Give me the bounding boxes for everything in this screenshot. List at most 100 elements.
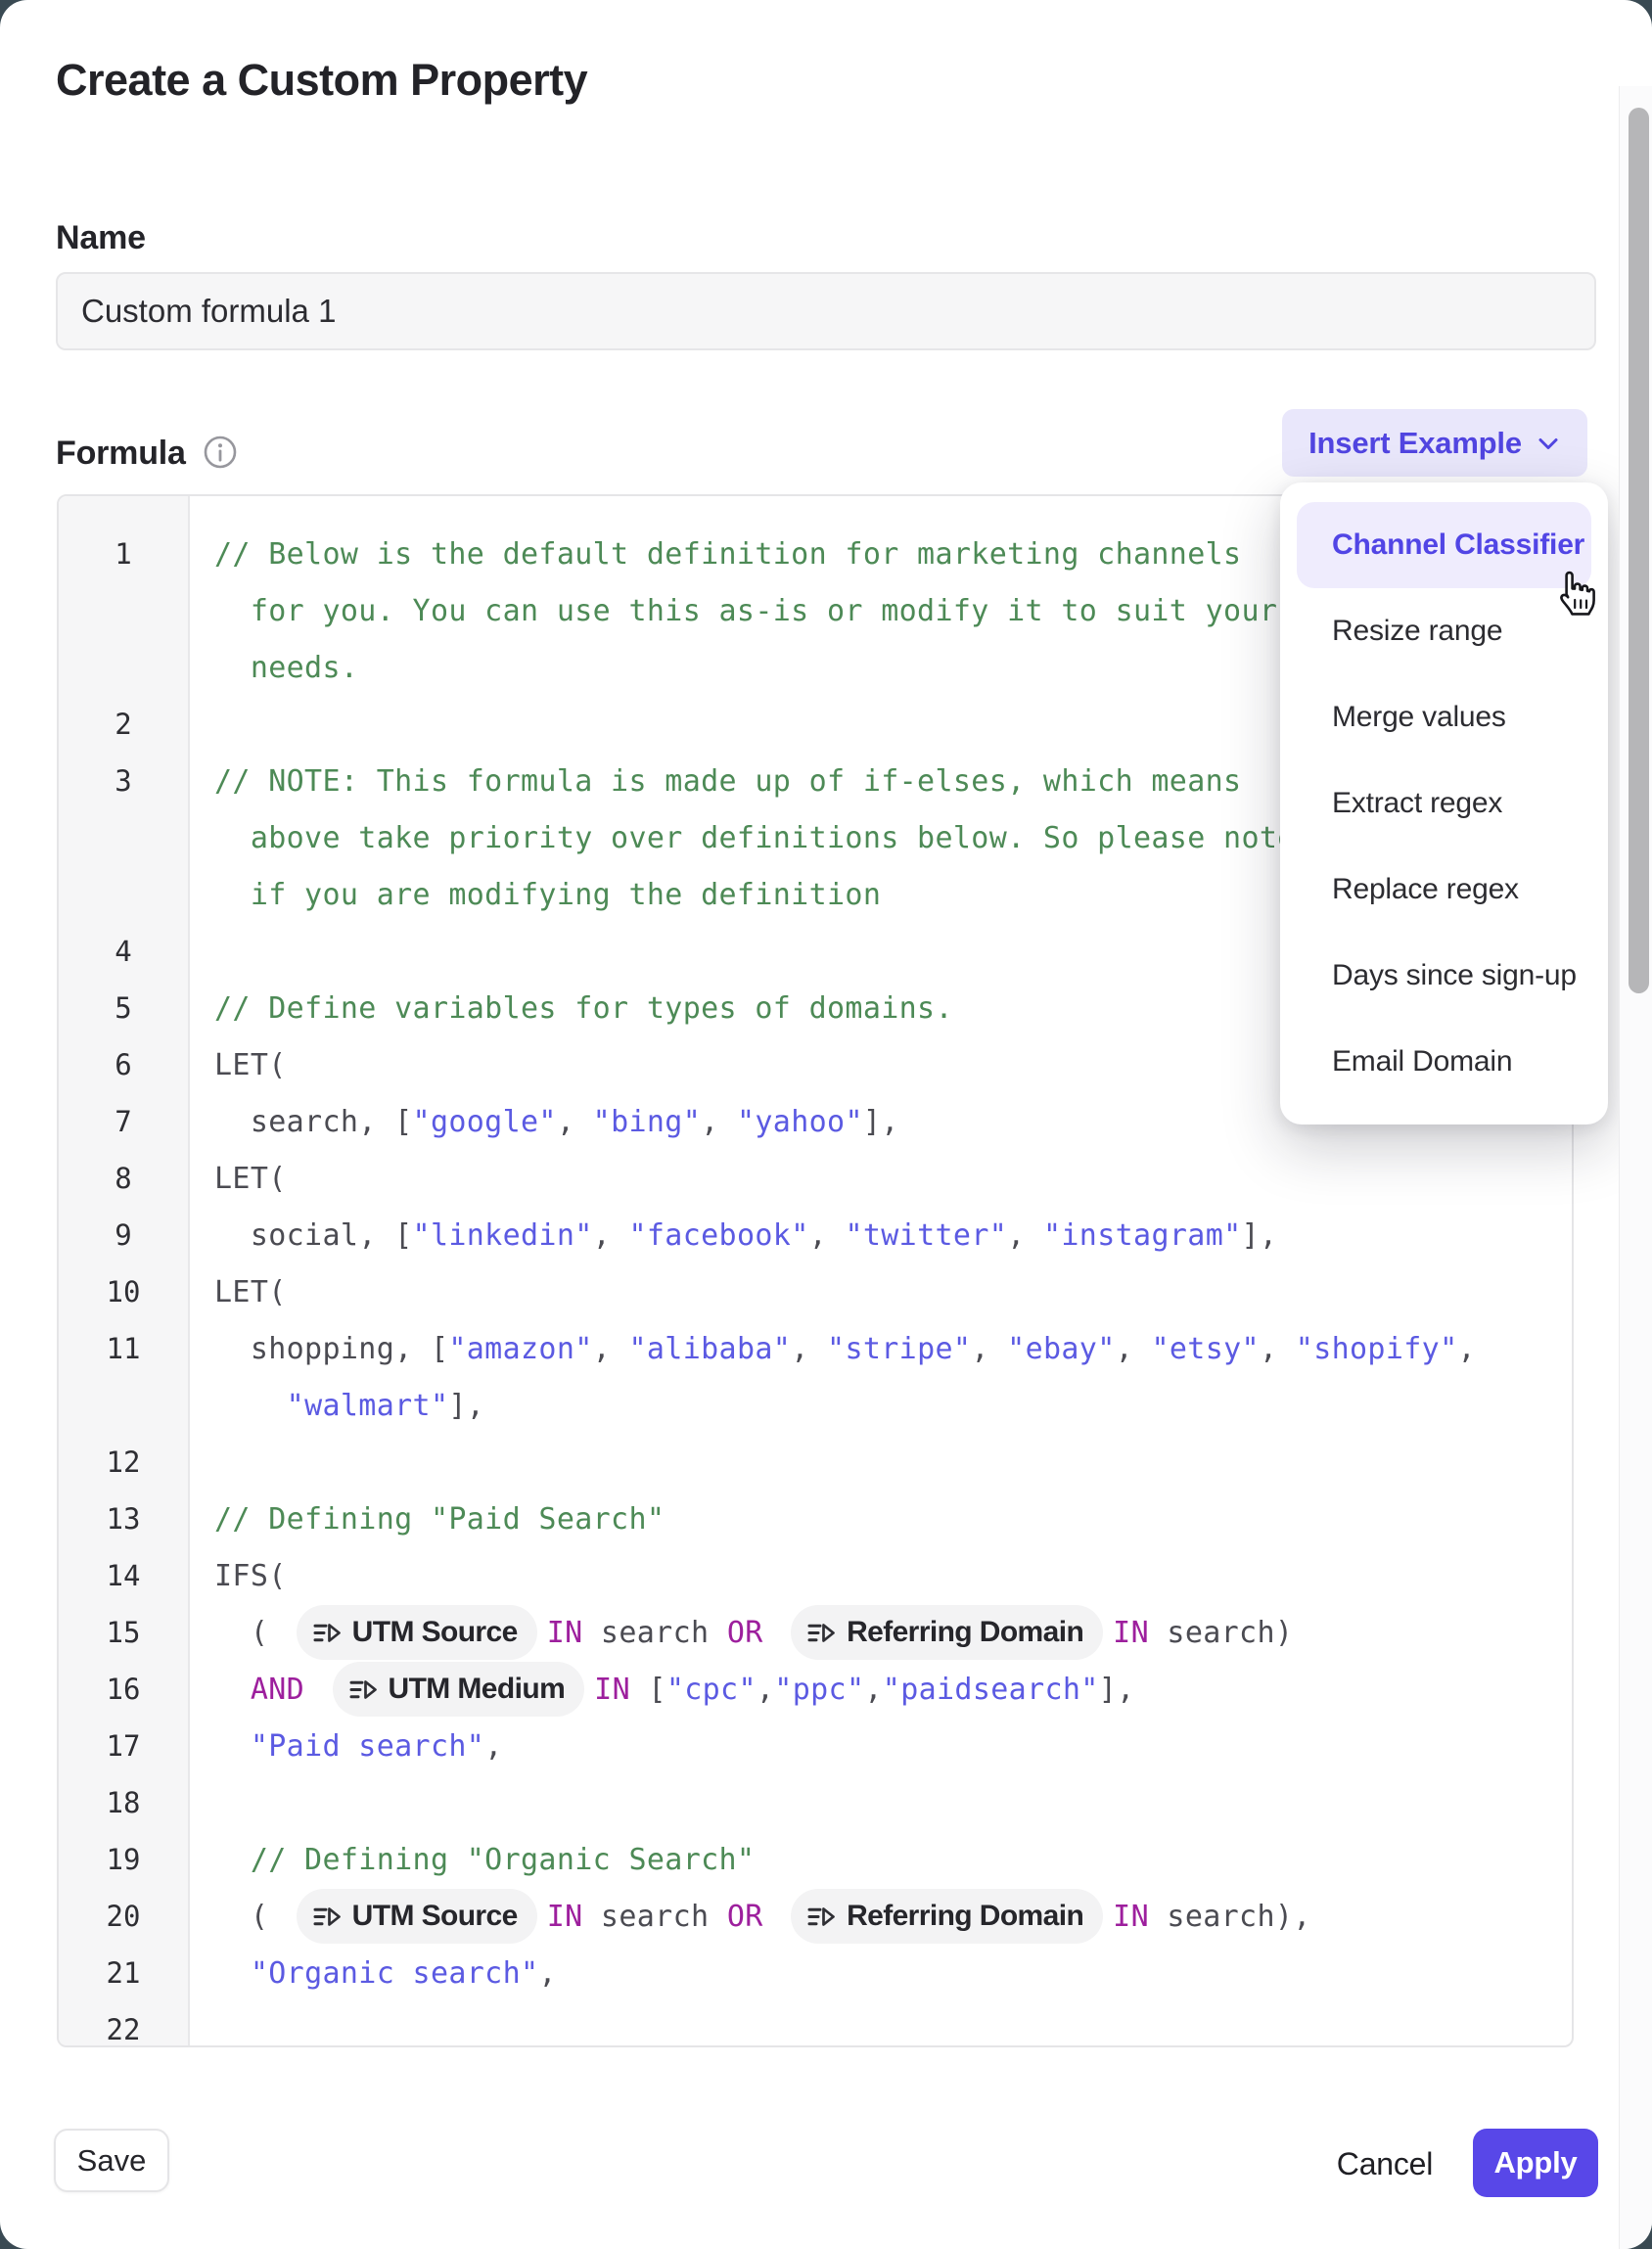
code-token-comment: if you are modifying the definition bbox=[214, 878, 881, 912]
code-token-keyword: OR bbox=[727, 1616, 763, 1650]
menu-item-replace-regex[interactable]: Replace regex bbox=[1297, 847, 1591, 933]
code-token-plain: search bbox=[583, 1616, 727, 1650]
property-token-icon bbox=[311, 1902, 342, 1932]
code-line-content: LET( bbox=[188, 1162, 287, 1196]
code-line-content: // Below is the default definition for m… bbox=[188, 537, 1241, 572]
line-number: 18 bbox=[59, 1786, 188, 1819]
code-token-plain: social, [ bbox=[214, 1218, 413, 1253]
line-number: 6 bbox=[59, 1048, 188, 1081]
code-line: 21 "Organic search", bbox=[59, 1945, 1572, 2001]
property-chip[interactable]: UTM Medium bbox=[333, 1662, 585, 1717]
code-token-plain: IFS( bbox=[214, 1559, 287, 1593]
property-chip[interactable]: Referring Domain bbox=[791, 1889, 1103, 1944]
chevron-down-icon bbox=[1536, 431, 1561, 456]
code-token-string: "instagram" bbox=[1043, 1218, 1242, 1253]
modal-title: Create a Custom Property bbox=[56, 55, 587, 106]
code-token-string: "bing" bbox=[593, 1105, 701, 1139]
code-token-plain: , bbox=[701, 1105, 737, 1139]
name-input[interactable] bbox=[56, 272, 1596, 350]
scrollbar-thumb[interactable] bbox=[1629, 108, 1649, 993]
code-line: 13// Defining "Paid Search" bbox=[59, 1491, 1572, 1547]
line-number: 21 bbox=[59, 1956, 188, 1990]
code-line-content: "Paid search", bbox=[188, 1729, 503, 1764]
code-line: 22 bbox=[59, 2001, 1572, 2047]
code-token-plain: ( bbox=[214, 1616, 287, 1650]
insert-example-label: Insert Example bbox=[1308, 426, 1522, 461]
menu-item-email-domain[interactable]: Email Domain bbox=[1297, 1019, 1591, 1105]
code-token-comment: // Define variables for types of domains… bbox=[214, 991, 953, 1026]
property-chip[interactable]: UTM Source bbox=[297, 1605, 537, 1660]
code-line-content: above take priority over definitions bel… bbox=[188, 821, 1296, 855]
property-chip-label: UTM Medium bbox=[389, 1673, 566, 1706]
cancel-button[interactable]: Cancel bbox=[1328, 2141, 1442, 2186]
code-line-content: // Defining "Paid Search" bbox=[188, 1502, 665, 1537]
code-line-content: for you. You can use this as-is or modif… bbox=[188, 594, 1277, 628]
code-token-keyword: IN bbox=[547, 1616, 583, 1650]
insert-example-button[interactable]: Insert Example bbox=[1282, 409, 1587, 477]
code-line-content: social, ["linkedin", "facebook", "twitte… bbox=[188, 1218, 1277, 1253]
code-token-plain: search), bbox=[1149, 1900, 1311, 1934]
code-line: 18 bbox=[59, 1774, 1572, 1831]
code-line: "walmart"], bbox=[59, 1377, 1572, 1434]
apply-button[interactable]: Apply bbox=[1473, 2129, 1598, 2197]
name-label: Name bbox=[56, 219, 146, 257]
create-custom-property-modal: Create a Custom Property Name Formula In… bbox=[0, 0, 1652, 2249]
property-chip-label: Referring Domain bbox=[847, 1900, 1083, 1933]
info-circle-icon[interactable] bbox=[203, 435, 238, 470]
line-number: 22 bbox=[59, 2013, 188, 2046]
property-chip[interactable]: Referring Domain bbox=[791, 1605, 1103, 1660]
code-token-string: "twitter" bbox=[845, 1218, 1007, 1253]
code-token-comment: // NOTE: This formula is made up of if-e… bbox=[214, 764, 1241, 799]
menu-item-days-since-sign-up[interactable]: Days since sign-up bbox=[1297, 933, 1591, 1019]
code-token-plain: LET( bbox=[214, 1162, 287, 1196]
line-number: 16 bbox=[59, 1673, 188, 1706]
code-token-string: "ebay" bbox=[1007, 1332, 1115, 1366]
menu-item-resize-range[interactable]: Resize range bbox=[1297, 588, 1591, 674]
menu-item-merge-values[interactable]: Merge values bbox=[1297, 674, 1591, 760]
code-token-keyword: IN bbox=[594, 1673, 630, 1707]
line-number: 17 bbox=[59, 1729, 188, 1763]
code-token-plain: ], bbox=[1242, 1218, 1278, 1253]
code-token-plain bbox=[763, 1616, 781, 1650]
menu-item-extract-regex[interactable]: Extract regex bbox=[1297, 760, 1591, 847]
code-line: 9 social, ["linkedin", "facebook", "twit… bbox=[59, 1207, 1572, 1263]
code-token-plain bbox=[214, 1729, 251, 1764]
code-token-plain: , bbox=[1260, 1332, 1296, 1366]
code-token-comment: above take priority over definitions bel… bbox=[214, 821, 1296, 855]
code-token-string: "cpc" bbox=[666, 1673, 757, 1707]
code-line-content: IFS( bbox=[188, 1559, 287, 1593]
code-token-string: "walmart" bbox=[287, 1389, 449, 1423]
code-token-string: "etsy" bbox=[1151, 1332, 1259, 1366]
code-token-plain bbox=[214, 1389, 287, 1423]
code-token-string: "ppc" bbox=[774, 1673, 864, 1707]
save-button[interactable]: Save bbox=[54, 2129, 169, 2192]
code-line-content: LET( bbox=[188, 1048, 287, 1082]
code-line-content: search, ["google", "bing", "yahoo"], bbox=[188, 1105, 899, 1139]
property-chip[interactable]: UTM Source bbox=[297, 1889, 537, 1944]
code-token-string: "linkedin" bbox=[413, 1218, 593, 1253]
code-line-content: // Defining "Organic Search" bbox=[188, 1843, 755, 1877]
code-line-content: "Organic search", bbox=[188, 1956, 557, 1991]
line-number: 4 bbox=[59, 935, 188, 968]
code-token-plain: ], bbox=[863, 1105, 899, 1139]
line-number: 14 bbox=[59, 1559, 188, 1592]
line-number: 8 bbox=[59, 1162, 188, 1195]
code-token-plain: ], bbox=[448, 1389, 484, 1423]
line-number: 20 bbox=[59, 1900, 188, 1933]
code-line-content: needs. bbox=[188, 651, 358, 685]
code-token-plain: shopping, [ bbox=[214, 1332, 448, 1366]
menu-item-channel-classifier[interactable]: Channel Classifier bbox=[1297, 502, 1591, 588]
formula-label: Formula bbox=[56, 435, 186, 473]
line-number: 2 bbox=[59, 708, 188, 741]
code-token-comment: // Defining "Paid Search" bbox=[214, 1502, 665, 1537]
code-token-string: "stripe" bbox=[827, 1332, 971, 1366]
code-token-plain: ], bbox=[1099, 1673, 1135, 1707]
code-token-plain bbox=[214, 1956, 251, 1991]
property-chip-label: UTM Source bbox=[352, 1616, 518, 1649]
code-token-plain: , bbox=[593, 1332, 629, 1366]
property-token-icon bbox=[805, 1618, 836, 1648]
property-token-icon bbox=[347, 1675, 378, 1705]
line-number: 9 bbox=[59, 1218, 188, 1252]
code-token-plain: , bbox=[538, 1956, 556, 1991]
line-number: 11 bbox=[59, 1332, 188, 1365]
